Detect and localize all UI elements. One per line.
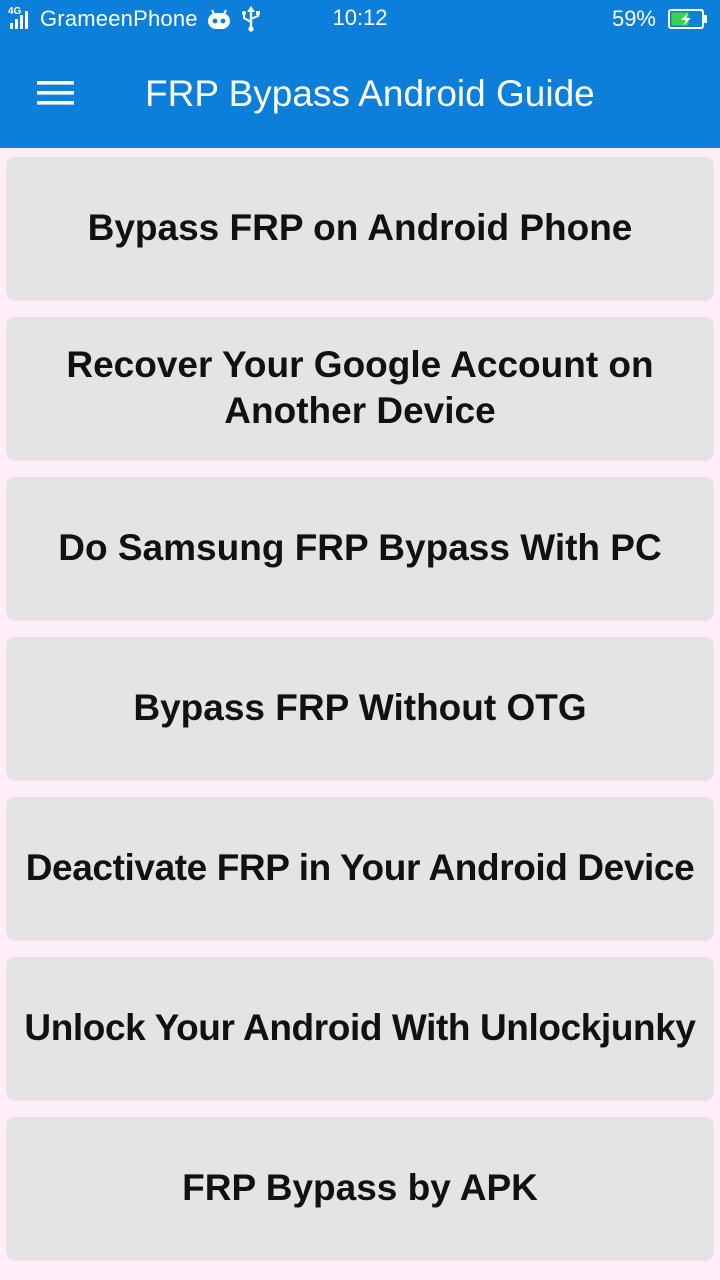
guide-item-frp-bypass-apk[interactable]: FRP Bypass by APK [7, 1117, 713, 1259]
app-bar: FRP Bypass Android Guide [0, 38, 720, 148]
battery-percent: 59% [611, 6, 656, 31]
hamburger-menu-icon[interactable] [36, 78, 76, 108]
guide-item-bypass-frp-without-otg[interactable]: Bypass FRP Without OTG [7, 637, 713, 779]
page-title: FRP Bypass Android Guide [145, 73, 595, 114]
guide-item-label: Unlock Your Android With Unlockjunky [24, 1007, 696, 1048]
menu-button[interactable] [24, 65, 88, 121]
guide-item-deactivate-frp[interactable]: Deactivate FRP in Your Android Device [7, 797, 713, 939]
status-bar: 4G GrameenPhone 10:12 59% [0, 0, 720, 38]
guide-item-label: Bypass FRP Without OTG [133, 687, 587, 728]
guide-item-bypass-frp-android-phone[interactable]: Bypass FRP on Android Phone [7, 157, 713, 299]
guide-item-label: FRP Bypass by APK [182, 1167, 538, 1208]
guide-item-recover-google-account[interactable]: Recover Your Google Account on Another D… [7, 317, 713, 459]
guide-item-label: Deactivate FRP in Your Android Device [25, 847, 695, 888]
guide-item-label: Recover Your Google Account on Another D… [66, 344, 654, 431]
battery-charging-icon [668, 9, 708, 29]
guide-item-unlock-with-unlockjunky[interactable]: Unlock Your Android With Unlockjunky [7, 957, 713, 1099]
guide-list: Bypass FRP on Android Phone Recover Your… [7, 157, 713, 1277]
guide-item-samsung-frp-bypass-pc[interactable]: Do Samsung FRP Bypass With PC [7, 477, 713, 619]
status-bar-right: 59% [612, 5, 708, 33]
guide-item-label: Do Samsung FRP Bypass With PC [58, 527, 662, 568]
guide-item-label: Bypass FRP on Android Phone [87, 207, 633, 248]
